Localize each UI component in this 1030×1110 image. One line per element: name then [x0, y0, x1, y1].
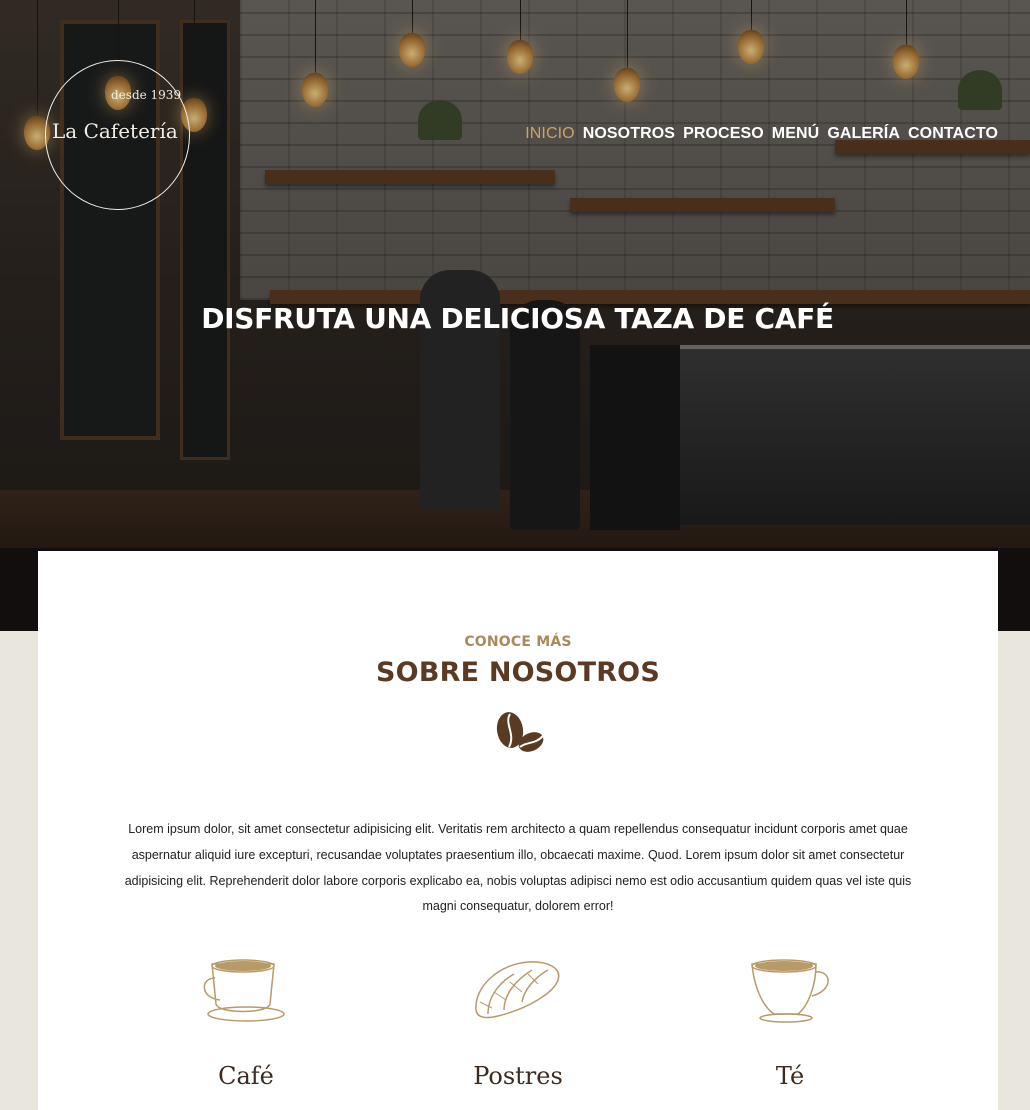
feature-label: Café: [218, 1062, 274, 1090]
nav-link-contacto[interactable]: CONTACTO: [908, 125, 998, 143]
about-card: CONOCE MÁS SOBRE NOSOTROS Lorem ipsum do…: [38, 551, 998, 1110]
tea-cup-icon: [751, 959, 829, 1023]
croissant-icon: [475, 961, 560, 1019]
main-navigation: INICIO NOSOTROS PROCESO MENÚ GALERÍA CON…: [525, 125, 998, 143]
nav-link-galeria[interactable]: GALERÍA: [827, 125, 900, 143]
nav-link-nosotros[interactable]: NOSOTROS: [583, 125, 675, 143]
about-description: Lorem ipsum dolor, sit amet consectetur …: [124, 822, 912, 914]
section-eyebrow: CONOCE MÁS: [464, 634, 572, 650]
brand-since: desde 1939: [111, 88, 182, 102]
brand-name: La Cafetería: [52, 119, 178, 143]
coffee-beans-icon: [496, 712, 544, 752]
brand-logo[interactable]: desde 1939 La Cafetería: [45, 60, 190, 210]
feature-label: Postres: [473, 1062, 563, 1090]
nav-link-menu[interactable]: MENÚ: [772, 125, 820, 143]
coffee-cup-icon: [203, 959, 285, 1022]
feature-item-postres[interactable]: Postres: [438, 956, 598, 1090]
section-title: SOBRE NOSOTROS: [376, 657, 660, 688]
feature-item-te[interactable]: Té: [710, 956, 870, 1090]
nav-link-inicio[interactable]: INICIO: [525, 125, 575, 143]
nav-link-proceso[interactable]: PROCESO: [683, 125, 764, 143]
feature-item-cafe[interactable]: Café: [166, 956, 326, 1090]
hero-section: desde 1939 La Cafetería INICIO NOSOTROS …: [0, 0, 1030, 631]
feature-label: Té: [775, 1062, 805, 1090]
hero-title: DISFRUTA UNA DELICIOSA TAZA DE CAFÉ: [201, 302, 834, 335]
